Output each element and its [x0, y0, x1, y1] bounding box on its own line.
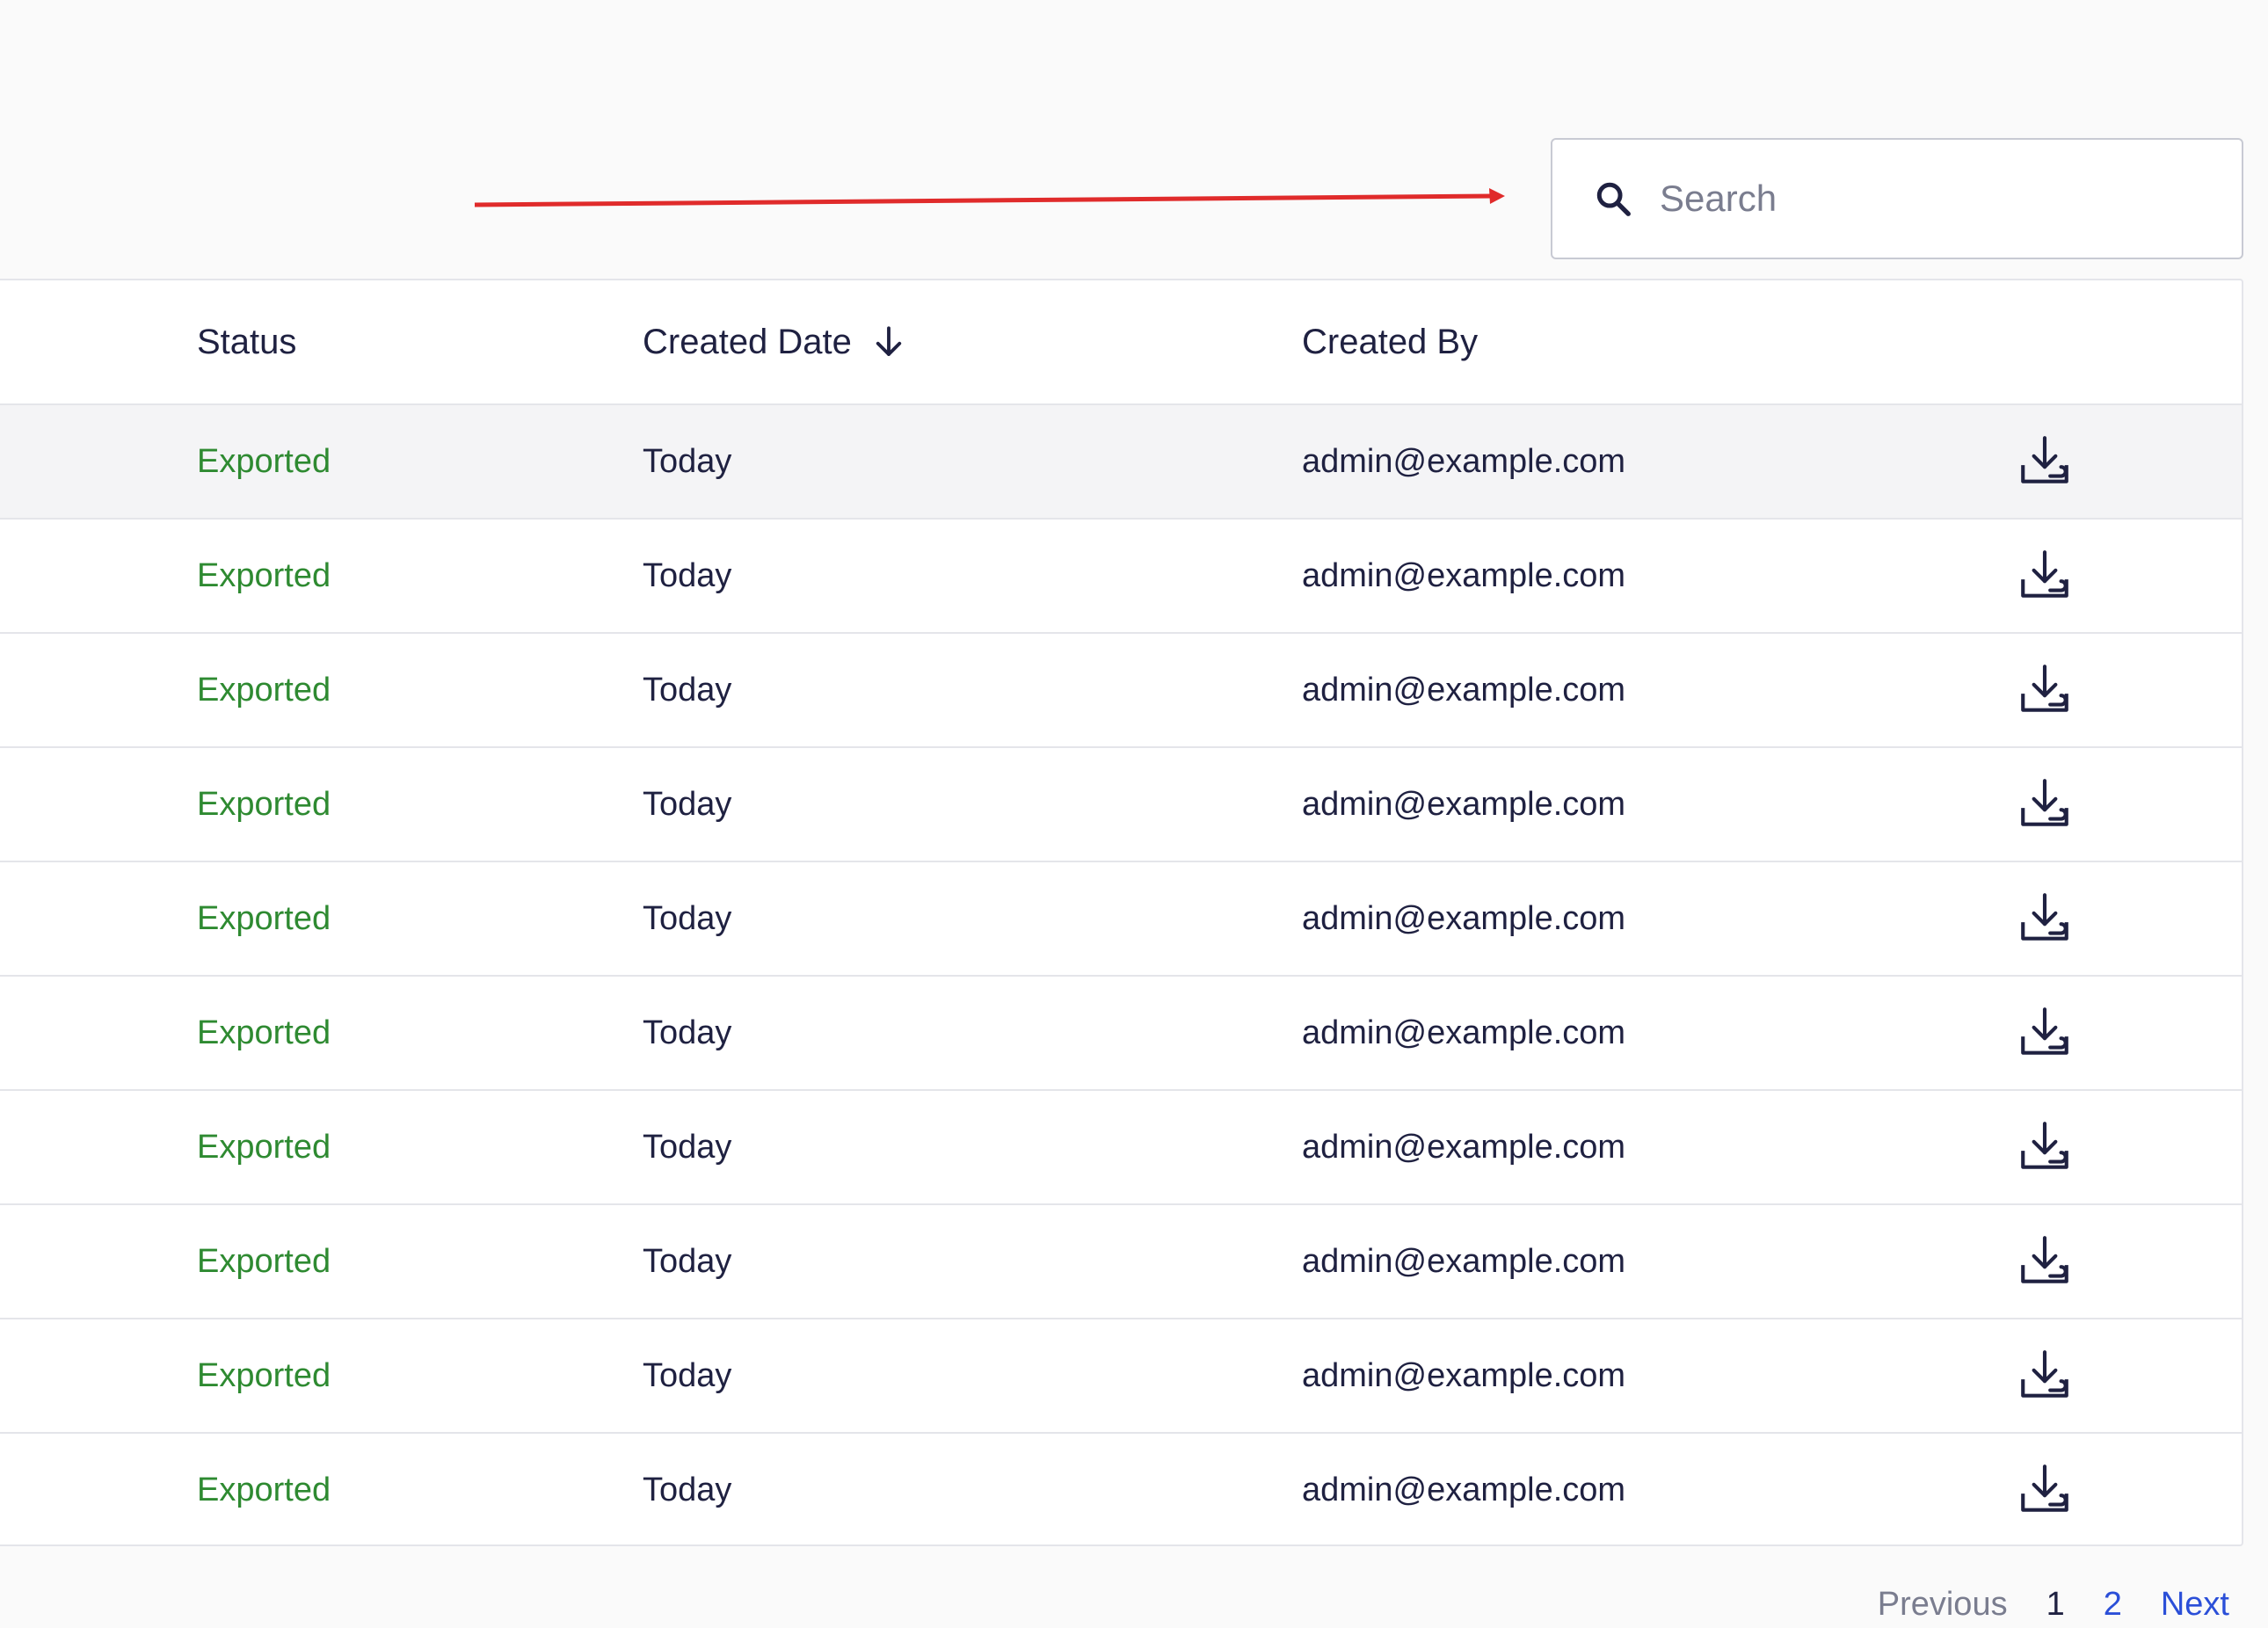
table-row[interactable]: Exported Today admin@example.com [0, 405, 2242, 520]
created-date-cell: Today [643, 556, 732, 594]
column-header-status[interactable]: Status [197, 280, 296, 403]
download-button[interactable] [2013, 405, 2076, 518]
status-cell: Exported [197, 1471, 331, 1508]
table-row[interactable]: Exported Today admin@example.com [0, 748, 2242, 862]
table-row[interactable]: Exported Today admin@example.com [0, 634, 2242, 748]
created-date-cell: Today [643, 1128, 732, 1166]
column-header-created-by-label: Created By [1302, 322, 1479, 361]
created-by-cell: admin@example.com [1302, 671, 1626, 709]
column-header-created-by[interactable]: Created By [1302, 280, 1478, 403]
pagination-next[interactable]: Next [2161, 1586, 2229, 1624]
created-date-cell: Today [643, 1014, 732, 1051]
created-by-cell: admin@example.com [1302, 1471, 1626, 1508]
status-cell: Exported [197, 899, 331, 937]
status-cell: Exported [197, 671, 331, 709]
table-row[interactable]: Exported Today admin@example.com [0, 1091, 2242, 1205]
download-icon [2016, 1004, 2074, 1062]
created-date-cell: Today [643, 1242, 732, 1280]
created-by-cell: admin@example.com [1302, 899, 1626, 937]
status-cell: Exported [197, 556, 331, 594]
exports-table: Status Created Date Created By Exported T… [0, 279, 2243, 1546]
pagination-page-2[interactable]: 2 [2104, 1586, 2122, 1624]
download-button[interactable] [2013, 520, 2076, 632]
download-button[interactable] [2013, 1319, 2076, 1432]
created-date-cell: Today [643, 442, 732, 480]
download-icon [2016, 661, 2074, 719]
created-by-cell: admin@example.com [1302, 1242, 1626, 1280]
created-date-cell: Today [643, 671, 732, 709]
column-header-created-date[interactable]: Created Date [643, 280, 910, 403]
column-header-status-label: Status [197, 322, 297, 361]
download-icon [2016, 775, 2074, 833]
table-row[interactable]: Exported Today admin@example.com [0, 1434, 2242, 1544]
table-row[interactable]: Exported Today admin@example.com [0, 520, 2242, 634]
download-icon [2016, 1232, 2074, 1290]
download-button[interactable] [2013, 1091, 2076, 1203]
pagination-previous[interactable]: Previous [1878, 1586, 2008, 1624]
created-by-cell: admin@example.com [1302, 1356, 1626, 1394]
created-by-cell: admin@example.com [1302, 1128, 1626, 1166]
download-icon [2016, 1118, 2074, 1176]
download-icon [2016, 547, 2074, 605]
download-button[interactable] [2013, 977, 2076, 1089]
download-icon [2016, 890, 2074, 948]
table-row[interactable]: Exported Today admin@example.com [0, 977, 2242, 1091]
page: Status Created Date Created By Exported T… [0, 0, 2268, 1628]
download-icon [2016, 432, 2074, 491]
status-cell: Exported [197, 785, 331, 823]
created-date-cell: Today [643, 1471, 732, 1508]
download-button[interactable] [2013, 1434, 2076, 1544]
created-date-cell: Today [643, 785, 732, 823]
table-row[interactable]: Exported Today admin@example.com [0, 1205, 2242, 1319]
table-body: Exported Today admin@example.com Exported To… [0, 405, 2242, 1544]
table-row[interactable]: Exported Today admin@example.com [0, 1319, 2242, 1434]
column-header-created-date-label: Created Date [643, 322, 852, 361]
pagination-page-1[interactable]: 1 [2046, 1586, 2065, 1624]
created-by-cell: admin@example.com [1302, 1014, 1626, 1051]
created-by-cell: admin@example.com [1302, 442, 1626, 480]
download-button[interactable] [2013, 862, 2076, 975]
created-by-cell: admin@example.com [1302, 785, 1626, 823]
created-by-cell: admin@example.com [1302, 556, 1626, 594]
created-date-cell: Today [643, 1356, 732, 1394]
status-cell: Exported [197, 1242, 331, 1280]
status-cell: Exported [197, 1356, 331, 1394]
download-button[interactable] [2013, 748, 2076, 861]
download-button[interactable] [2013, 634, 2076, 746]
status-cell: Exported [197, 1128, 331, 1166]
search-box[interactable] [1551, 138, 2243, 259]
arrow-down-icon[interactable] [868, 321, 910, 363]
download-button[interactable] [2013, 1205, 2076, 1318]
search-input[interactable] [1658, 177, 2215, 221]
status-cell: Exported [197, 1014, 331, 1051]
download-icon [2016, 1347, 2074, 1405]
search-icon [1591, 177, 1635, 221]
pagination: Previous 1 2 Next [1839, 1581, 2229, 1628]
table-header: Status Created Date Created By [0, 280, 2242, 405]
download-icon [2016, 1461, 2074, 1519]
created-date-cell: Today [643, 899, 732, 937]
table-row[interactable]: Exported Today admin@example.com [0, 862, 2242, 977]
status-cell: Exported [197, 442, 331, 480]
